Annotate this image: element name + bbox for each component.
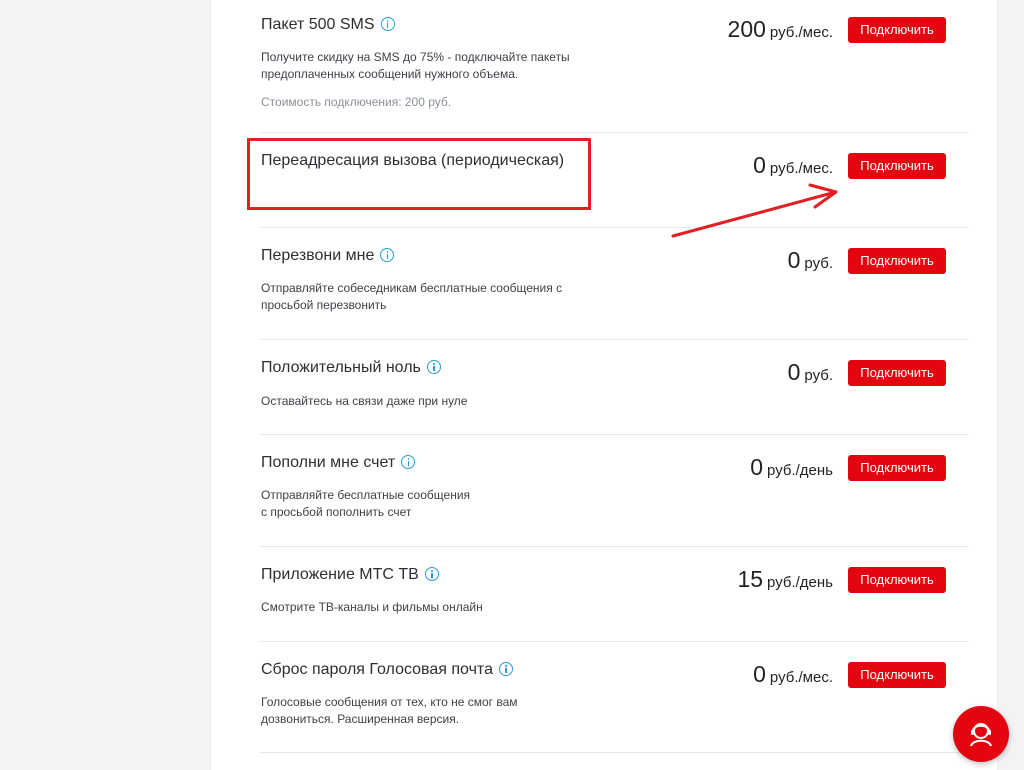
annotation-arrow bbox=[671, 183, 838, 238]
chat-support-icon bbox=[970, 723, 992, 747]
chat-support-button[interactable] bbox=[953, 706, 1009, 762]
